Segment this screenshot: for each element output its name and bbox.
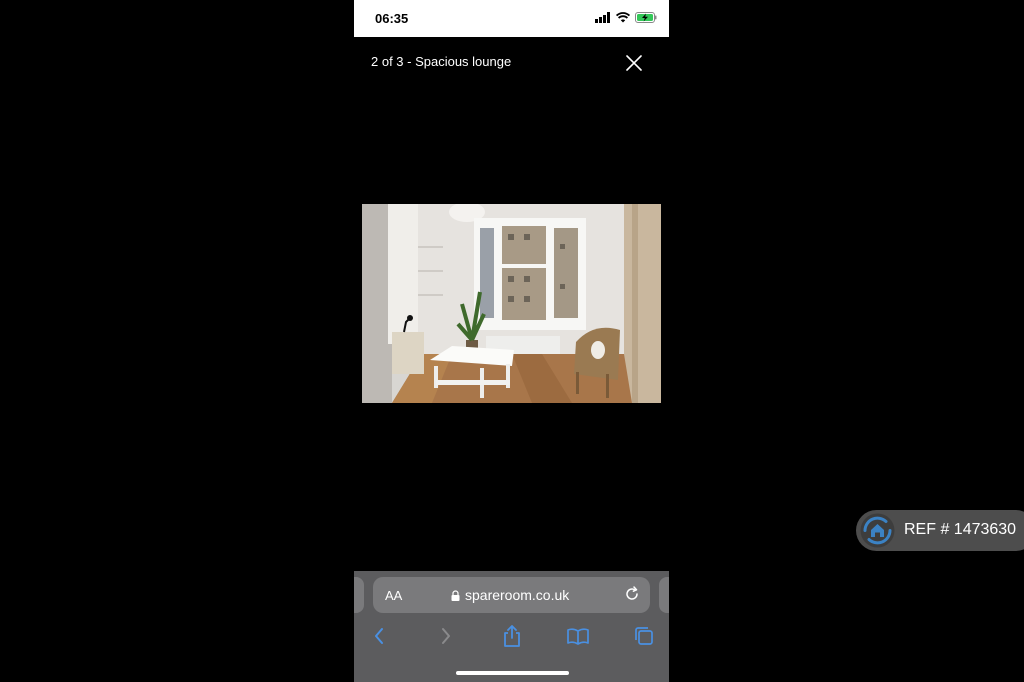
signal-icon (595, 12, 610, 23)
tabs-icon (635, 627, 653, 645)
bookmarks-icon (567, 628, 589, 645)
previous-tab-peek[interactable] (354, 577, 364, 613)
wifi-icon (616, 12, 630, 23)
lock-icon (451, 589, 460, 601)
forward-button[interactable] (433, 623, 459, 649)
photo-viewer-header: 2 of 3 - Spacious lounge (354, 37, 669, 87)
address-url[interactable]: spareroom.co.uk (451, 587, 569, 603)
status-icons (595, 12, 657, 23)
browser-toolbar (354, 623, 669, 649)
tabs-button[interactable] (631, 623, 657, 649)
bookmarks-button[interactable] (565, 623, 591, 649)
ref-badge[interactable]: REF # 1473630 (856, 510, 1024, 551)
ref-label: REF # 1473630 (904, 521, 1017, 538)
url-text: spareroom.co.uk (465, 587, 570, 603)
close-icon[interactable] (625, 54, 643, 72)
back-icon (375, 628, 383, 644)
home-icon (860, 513, 895, 548)
share-icon (504, 625, 520, 647)
address-bar[interactable]: AA spareroom.co.uk (373, 577, 650, 613)
listing-photo (362, 204, 661, 403)
safari-browser-bar: AA spareroom.co.uk (354, 571, 669, 682)
share-button[interactable] (499, 623, 525, 649)
phone-screen: 06:35 2 of 3 - Spacious lounge AA sparer… (354, 0, 669, 682)
reload-icon[interactable] (624, 586, 640, 602)
text-size-button[interactable]: AA (385, 588, 402, 603)
status-time: 06:35 (375, 11, 409, 26)
back-button[interactable] (366, 623, 392, 649)
home-indicator[interactable] (456, 671, 569, 675)
forward-icon (442, 628, 450, 644)
next-tab-peek[interactable] (659, 577, 669, 613)
status-bar: 06:35 (354, 0, 669, 37)
photo-caption: 2 of 3 - Spacious lounge (371, 54, 512, 69)
battery-charging-icon (635, 12, 657, 23)
